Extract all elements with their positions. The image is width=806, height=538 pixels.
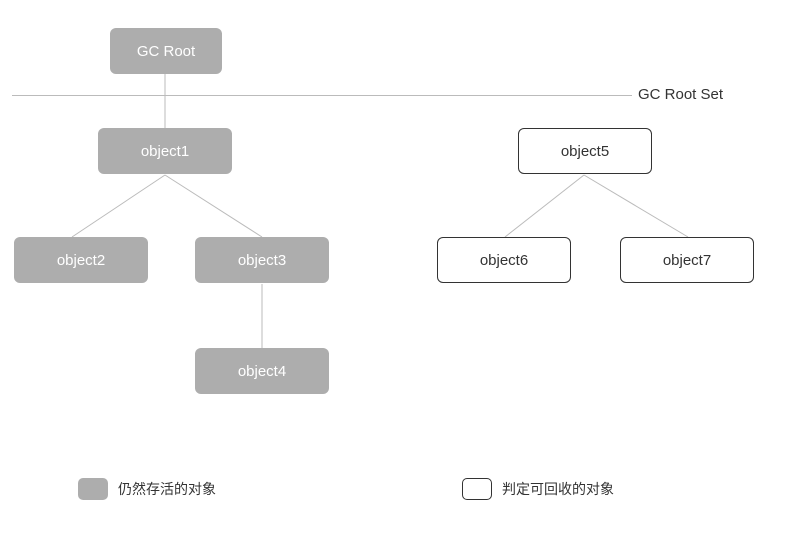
edge-object5-object7: [584, 175, 688, 237]
legend-swatch-dead: [462, 478, 492, 500]
node-object1-label: object1: [141, 143, 189, 160]
node-object5-label: object5: [561, 143, 609, 160]
edge-object1-object2: [72, 175, 165, 237]
node-object4: object4: [195, 348, 329, 394]
node-object7: object7: [620, 237, 754, 283]
diagram-canvas: GC Root Set GC Root object1 object2 obje…: [0, 0, 806, 538]
node-object2-label: object2: [57, 252, 105, 269]
node-object7-label: object7: [663, 252, 711, 269]
gc-root-divider-label: GC Root Set: [638, 86, 723, 103]
legend-dead-label: 判定可回收的对象: [502, 479, 614, 499]
edge-object5-object6: [505, 175, 584, 237]
node-object6: object6: [437, 237, 571, 283]
node-object4-label: object4: [238, 363, 286, 380]
node-object6-label: object6: [480, 252, 528, 269]
node-object5: object5: [518, 128, 652, 174]
node-gcroot: GC Root: [110, 28, 222, 74]
legend-alive: 仍然存活的对象: [78, 478, 216, 500]
node-object3-label: object3: [238, 252, 286, 269]
node-object2: object2: [14, 237, 148, 283]
node-object1: object1: [98, 128, 232, 174]
legend-swatch-alive: [78, 478, 108, 500]
legend-dead: 判定可回收的对象: [462, 478, 614, 500]
legend-alive-label: 仍然存活的对象: [118, 479, 216, 499]
edge-object1-object3: [165, 175, 262, 237]
gc-root-divider: [12, 95, 632, 96]
node-object3: object3: [195, 237, 329, 283]
node-gcroot-label: GC Root: [137, 43, 195, 60]
